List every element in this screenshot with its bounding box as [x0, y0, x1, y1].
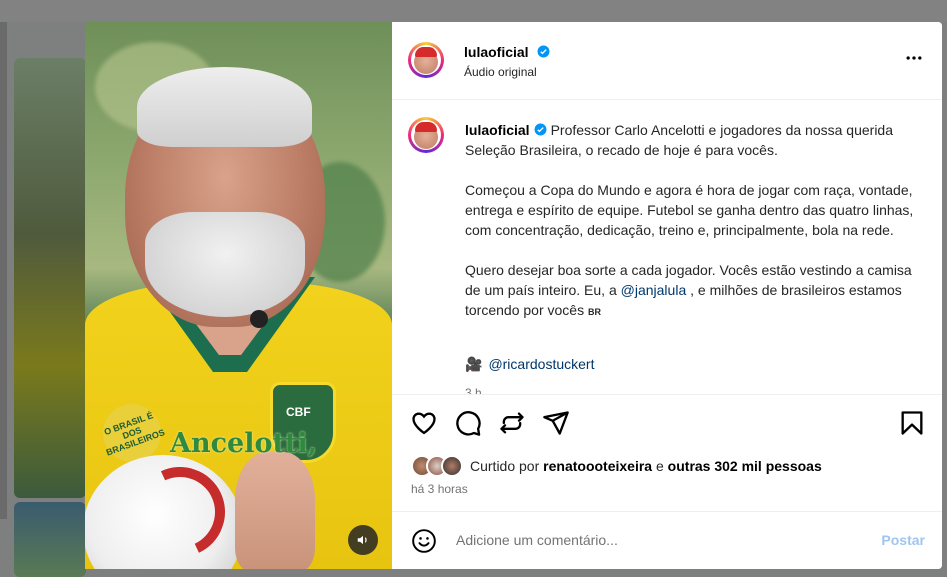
- comments-section[interactable]: lulaoficial Professor Carlo Ancelotti e j…: [392, 100, 942, 394]
- action-bar: Curtido por renatoooteixeira e outras 30…: [392, 394, 942, 508]
- speaker-icon: [357, 535, 367, 545]
- background-post-bottom-left: [14, 502, 86, 577]
- post-header: lulaoficial Áudio original: [392, 22, 942, 100]
- more-options-icon[interactable]: [904, 48, 924, 73]
- more-horizontal-icon: [906, 56, 922, 60]
- speaker-hair: [137, 67, 312, 147]
- caption-paragraph-1: lulaoficial Professor Carlo Ancelotti e j…: [465, 120, 915, 160]
- background-post-left: [14, 58, 86, 498]
- credit-mention-link[interactable]: @ricardostuckert: [488, 356, 594, 372]
- caption-paragraph-3: Quero desejar boa sorte a cada jogador. …: [465, 260, 915, 322]
- emoji-icon[interactable]: [411, 528, 437, 554]
- likes-text: Curtido por renatoooteixeira e outras 30…: [470, 458, 822, 474]
- comment-input[interactable]: [454, 531, 858, 549]
- background-post-right: [0, 0, 7, 519]
- comment-icon[interactable]: [454, 409, 482, 437]
- avatar-photo: [411, 120, 441, 150]
- photo-credit: 🎥 @ricardostuckert: [465, 356, 594, 373]
- comment-composer: Postar: [392, 511, 942, 569]
- bookmark-icon[interactable]: [898, 409, 926, 437]
- lapel-mic: [250, 310, 268, 328]
- share-icon[interactable]: [542, 409, 570, 437]
- liker-avatar-3: [441, 455, 463, 477]
- speaker-beard: [145, 212, 305, 317]
- caption-avatar[interactable]: [408, 117, 444, 153]
- sound-toggle-button[interactable]: [348, 525, 378, 555]
- post-modal: CBF O BRASIL É DOS BRASILEIROS Ancelotti…: [85, 22, 942, 569]
- likes-others[interactable]: outras 302 mil pessoas: [668, 458, 822, 474]
- video-overlay-text: Ancelotti,: [170, 428, 318, 459]
- caption-timestamp: 3 h: [465, 386, 482, 394]
- verified-badge-icon: [534, 123, 547, 136]
- crest-text: CBF: [286, 405, 311, 419]
- post-details-panel: lulaoficial Áudio original lulaoficial P…: [392, 22, 942, 569]
- avatar-photo: [411, 45, 441, 75]
- video-camera-icon: 🎥: [465, 356, 483, 372]
- likes-connector: e: [655, 458, 664, 474]
- avatar-cap: [415, 122, 437, 132]
- brazil-flag-emoji: BR: [587, 307, 601, 317]
- author-username[interactable]: lulaoficial: [464, 44, 529, 60]
- audio-label[interactable]: Áudio original: [464, 65, 537, 79]
- liker-username[interactable]: renatoooteixeira: [543, 458, 652, 474]
- likes-summary[interactable]: Curtido por renatoooteixeira e outras 30…: [411, 455, 822, 477]
- post-caption: lulaoficial Professor Carlo Ancelotti e j…: [465, 120, 915, 342]
- post-timestamp: há 3 horas: [411, 482, 468, 496]
- caption-paragraph-2: Começou a Copa do Mundo e agora é hora d…: [465, 182, 914, 238]
- post-video[interactable]: CBF O BRASIL É DOS BRASILEIROS Ancelotti…: [85, 22, 392, 569]
- avatar-cap: [415, 47, 437, 57]
- backdrop-top: [0, 0, 947, 22]
- verified-badge-icon: [537, 45, 550, 58]
- mention-link[interactable]: @janjalula: [621, 282, 687, 298]
- caption-username[interactable]: lulaoficial: [465, 122, 530, 138]
- likes-prefix: Curtido por: [470, 458, 540, 474]
- heart-icon[interactable]: [410, 409, 438, 437]
- raised-hand: [235, 452, 315, 569]
- author-avatar[interactable]: [408, 42, 444, 78]
- author-name-row: lulaoficial: [464, 44, 550, 62]
- repost-icon[interactable]: [498, 409, 526, 437]
- post-comment-button[interactable]: Postar: [881, 532, 925, 548]
